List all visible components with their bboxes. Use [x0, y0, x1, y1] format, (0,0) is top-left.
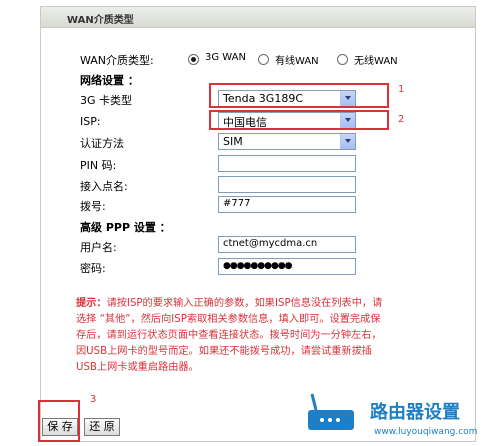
- watermark-url: www.luyouqiwang.com: [374, 427, 477, 437]
- highlight-box-1: [209, 83, 389, 108]
- auth-label: 认证方法: [80, 137, 124, 150]
- annotation-2: 2: [398, 114, 405, 125]
- hint-text-block: 提示：请按ISP的要求输入正确的参数，如果ISP信息没在列表中，请选择 “其他”…: [76, 296, 388, 376]
- radio-3g-wan[interactable]: [188, 54, 199, 65]
- apn-label: 接入点名:: [80, 180, 128, 193]
- annotation-1: 1: [398, 84, 405, 95]
- reset-button[interactable]: 还 原: [84, 418, 120, 436]
- radio-wired-wan[interactable]: [258, 54, 269, 65]
- hint-body: 请按ISP的要求输入正确的参数，如果ISP信息没在列表中，请选择 “其他”，然后…: [76, 298, 383, 373]
- password-value: ●●●●●●●●●●: [223, 261, 293, 271]
- password-label: 密码:: [80, 262, 106, 275]
- radio-wired-wan-label: 有线WAN: [275, 56, 319, 67]
- watermark-logo: 路由器设置 www.luyouqiwang.com: [300, 390, 496, 442]
- watermark-title: 路由器设置: [370, 401, 460, 423]
- password-input[interactable]: ●●●●●●●●●●: [218, 258, 356, 275]
- auth-value: SIM: [223, 135, 243, 148]
- wan-type-label: WAN介质类型:: [80, 54, 154, 67]
- hint-prefix: 提示：: [76, 298, 107, 309]
- username-label: 用户名:: [80, 241, 117, 254]
- radio-wireless-wan-label: 无线WAN: [354, 56, 398, 67]
- save-button[interactable]: 保 存: [42, 418, 78, 436]
- network-section-title: 网络设置 ：: [80, 74, 139, 87]
- dial-input[interactable]: #777: [218, 196, 356, 213]
- header-title: WAN介质类型: [67, 15, 134, 26]
- radio-3g-wan-label: 3G WAN: [205, 52, 246, 63]
- router-icon: 路由器设置 www.luyouqiwang.com: [308, 393, 477, 437]
- apn-input[interactable]: [218, 176, 356, 193]
- chevron-down-icon[interactable]: [340, 134, 355, 149]
- pin-label: PIN 码:: [80, 159, 117, 172]
- section-header: WAN介质类型: [40, 6, 476, 28]
- ppp-section-title: 高级 PPP 设置 ：: [80, 221, 171, 234]
- dial-value: #777: [223, 198, 251, 209]
- username-input[interactable]: ctnet@mycdma.cn: [218, 236, 356, 253]
- dial-label: 拨号:: [80, 200, 106, 213]
- radio-wireless-wan[interactable]: [337, 54, 348, 65]
- auth-select[interactable]: SIM: [218, 133, 356, 150]
- isp-label: ISP:: [80, 115, 101, 128]
- card-type-label: 3G 卡类型: [80, 94, 133, 107]
- pin-input[interactable]: [218, 155, 356, 172]
- annotation-3: 3: [90, 394, 97, 405]
- highlight-box-2: [209, 110, 389, 130]
- username-value: ctnet@mycdma.cn: [223, 238, 318, 249]
